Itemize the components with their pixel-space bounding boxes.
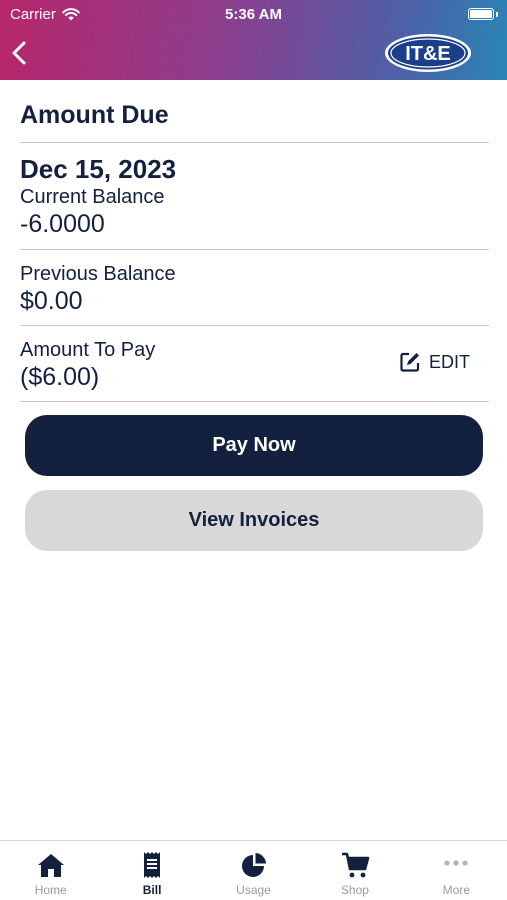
tab-more[interactable]: More (406, 841, 507, 900)
previous-balance-value: $0.00 (20, 287, 83, 315)
edit-label: EDIT (428, 351, 470, 372)
tab-label: More (442, 883, 470, 897)
more-icon (444, 860, 468, 866)
view-invoices-button[interactable]: View Invoices (25, 490, 483, 551)
current-balance-value: -6.0000 (20, 210, 105, 238)
tab-shop[interactable]: Shop (304, 841, 405, 900)
bill-content: Amount Due Dec 15, 2023 Current Balance … (20, 80, 489, 402)
header: Carrier 5:36 AM IT&E (0, 0, 507, 80)
edit-icon (400, 352, 420, 372)
home-icon (37, 854, 64, 877)
tab-home[interactable]: Home (0, 841, 101, 900)
divider (20, 401, 489, 402)
previous-balance-section: Previous Balance $0.00 (20, 250, 489, 325)
tab-label: Shop (340, 883, 369, 897)
brand-logo: IT&E (385, 34, 471, 72)
tab-label: Home (34, 883, 67, 897)
battery-tip (496, 12, 498, 17)
pie-chart-icon (241, 853, 266, 877)
tab-bar: Home Bill Usage Shop More (0, 840, 507, 900)
current-balance-label: Current Balance (20, 186, 165, 208)
edit-amount-button[interactable]: EDIT (399, 351, 470, 373)
tab-usage[interactable]: Usage (203, 841, 304, 900)
status-time: 5:36 AM (225, 6, 282, 23)
tab-label: Bill (142, 883, 162, 897)
tab-bill[interactable]: Bill (101, 841, 202, 900)
receipt-icon (144, 852, 161, 878)
svg-text:IT&E: IT&E (405, 43, 451, 65)
pay-now-button[interactable]: Pay Now (25, 415, 483, 476)
current-balance-section: Dec 15, 2023 Current Balance -6.0000 (20, 153, 489, 239)
page-title: Amount Due (20, 101, 169, 129)
due-date: Dec 15, 2023 (20, 154, 177, 184)
divider (20, 142, 489, 143)
previous-balance-label: Previous Balance (20, 263, 176, 285)
tab-label: Usage (236, 883, 271, 897)
chevron-left-icon (12, 41, 26, 65)
amount-to-pay-section: Amount To Pay ($6.00) EDIT (20, 326, 489, 401)
battery-icon (468, 8, 494, 20)
cart-icon (341, 852, 370, 878)
back-button[interactable] (12, 38, 38, 68)
status-bar: Carrier 5:36 AM (0, 0, 507, 28)
